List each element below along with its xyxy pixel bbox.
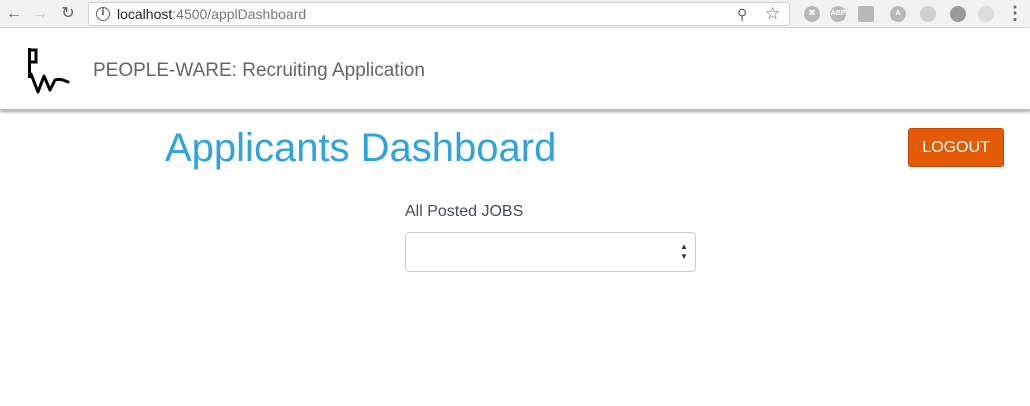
app-brand-title: PEOPLE-WARE: Recruiting Application [93,60,425,81]
bookmark-star-icon[interactable]: ☆ [765,4,780,24]
app-header: PEOPLE-WARE: Recruiting Application [0,29,1030,110]
extension-icon[interactable]: ⌘ [804,6,820,22]
browser-toolbar: ← → ↻ i localhost:4500/applDashboard ⚲ ☆… [0,0,1030,28]
adblock-extension-icon[interactable]: ABP [830,6,846,22]
people-ware-logo-icon[interactable] [22,44,74,96]
extension-icon[interactable]: A [890,6,906,22]
key-icon[interactable]: ⚲ [737,6,747,23]
browser-menu-icon[interactable]: ⋮ [1006,2,1024,24]
posted-jobs-label: All Posted JOBS [405,203,524,220]
info-icon[interactable]: i [96,7,110,21]
logout-button[interactable]: LOGOUT [908,128,1004,167]
extension-icon[interactable] [920,6,936,22]
address-bar[interactable]: i localhost:4500/applDashboard ⚲ ☆ [88,2,790,26]
url-text[interactable]: localhost:4500/applDashboard [117,6,306,22]
back-icon[interactable]: ← [4,4,24,24]
url-host: localhost [117,6,173,22]
forward-icon[interactable]: → [30,4,50,24]
extension-icon[interactable] [858,6,874,22]
extension-icon[interactable] [950,6,966,22]
select-arrows-icon: ▲ ▼ [680,242,688,261]
posted-jobs-select[interactable]: ▲ ▼ [405,232,696,272]
extension-icon[interactable] [978,6,994,22]
url-path: :4500/applDashboard [172,6,307,22]
reload-icon[interactable]: ↻ [58,4,78,24]
page-title: Applicants Dashboard [165,126,557,170]
